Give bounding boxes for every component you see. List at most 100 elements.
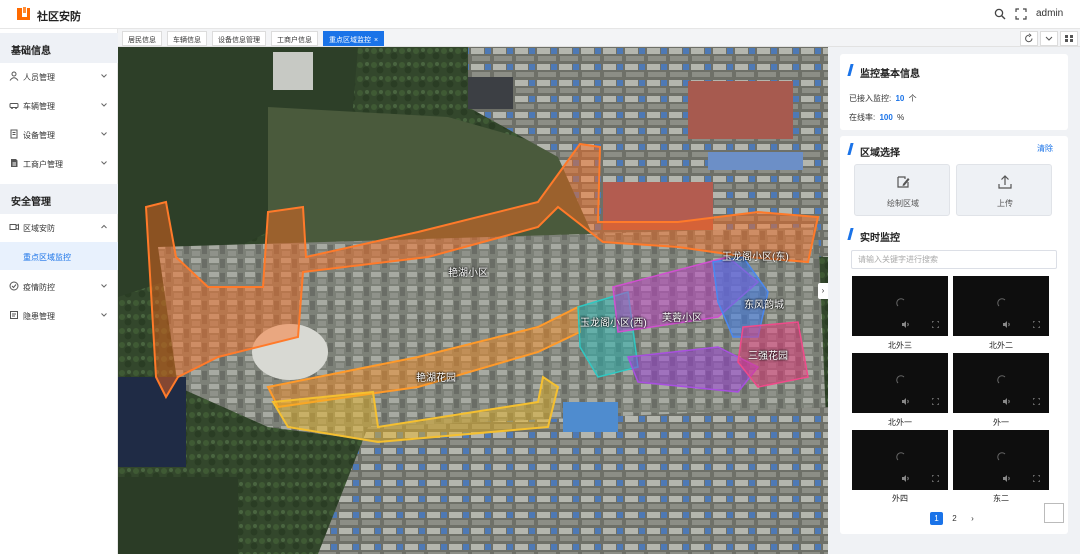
volume-icon[interactable] (902, 475, 910, 482)
fullscreen-icon[interactable] (932, 398, 939, 405)
sidebar-section-basic: 基础信息 (0, 33, 118, 63)
camera-name: 北外一 (888, 418, 912, 427)
online-rate: 在线率: 100 % (849, 112, 904, 123)
connected-label: 已接入监控: (849, 94, 892, 103)
tab-close-icon[interactable]: × (374, 37, 378, 44)
loading-icon (896, 452, 905, 461)
chevron-down-icon (1045, 36, 1053, 41)
fullscreen-icon[interactable] (932, 475, 939, 482)
loading-icon (997, 452, 1006, 461)
satellite-map[interactable]: 艳湖小区 玉龙阁小区(东) 东风韵城 芙蓉小区 玉龙阁小区(西) 三强花园 艳湖… (118, 47, 828, 554)
collapse-panel-button[interactable]: › (818, 283, 828, 299)
realtime-monitor-title: 实时监控 (860, 233, 900, 244)
sidebar-item-label: 区域安防 (23, 224, 55, 233)
edit-icon (897, 176, 910, 188)
image-placeholder-icon (1044, 503, 1064, 523)
volume-icon[interactable] (1003, 475, 1011, 482)
sidebar-item-person[interactable]: 人员管理 (0, 62, 118, 91)
camera-name: 外一 (993, 418, 1009, 427)
tab-key-area-monitor[interactable]: 重点区域监控 × (323, 31, 385, 46)
sidebar-item-epidemic[interactable]: 疫情防控 (0, 272, 118, 301)
volume-icon[interactable] (902, 321, 910, 328)
camera-feed-3[interactable] (852, 353, 948, 413)
tab-menu-button[interactable] (1040, 31, 1058, 46)
sidebar-item-area-security[interactable]: 区域安防 (0, 213, 118, 242)
sidebar-item-label: 设备管理 (23, 131, 55, 140)
next-page-button[interactable]: › (966, 512, 979, 525)
tab-label: 工商户信息 (277, 37, 312, 44)
map-canvas[interactable] (118, 47, 828, 554)
sidebar-item-device[interactable]: 设备管理 (0, 120, 118, 149)
fullscreen-icon[interactable] (1015, 8, 1027, 20)
page-button-2[interactable]: 2 (948, 512, 961, 525)
camera-search-input[interactable] (851, 250, 1057, 269)
user-icon (9, 71, 19, 81)
area-select-title: 区域选择 (860, 148, 900, 159)
search-icon[interactable] (994, 8, 1006, 20)
app-logo-icon (17, 7, 30, 20)
upload-icon (998, 175, 1012, 189)
map-label-sanqiang-garden: 三强花园 (748, 351, 788, 362)
sidebar-item-key-area-monitor[interactable]: 重点区域监控 (0, 242, 118, 270)
fullscreen-icon[interactable] (1033, 475, 1040, 482)
camera-feed-5[interactable] (852, 430, 948, 490)
sidebar-item-label: 工商户管理 (23, 160, 63, 169)
camera-name: 外四 (892, 494, 908, 503)
refresh-button[interactable] (1020, 31, 1038, 46)
camera-icon (9, 223, 19, 231)
sidebar: 基础信息 人员管理 车辆管理 设备管理 工商户管理 安全管理 区域安防 重点区域… (0, 29, 118, 554)
camera-name: 北外三 (888, 341, 912, 350)
sidebar-item-label: 人员管理 (23, 73, 55, 82)
tab-resident-info[interactable]: 居民信息 (122, 31, 162, 46)
map-label-yulongge-west: 玉龙阁小区(西) (580, 318, 647, 329)
online-unit: % (897, 113, 905, 122)
refresh-icon (1025, 33, 1033, 43)
camera-feed-6[interactable] (953, 430, 1049, 490)
tab-merchant-info[interactable]: 工商户信息 (271, 31, 318, 46)
map-label-yanhu-garden: 艳湖花园 (416, 373, 456, 384)
tab-label: 车辆信息 (173, 37, 201, 44)
volume-icon[interactable] (902, 398, 910, 405)
grid-icon (1065, 35, 1073, 42)
sidebar-item-hazard[interactable]: 隐患管理 (0, 301, 118, 330)
user-name[interactable]: admin (1036, 8, 1063, 19)
monitor-info-title: 监控基本信息 (860, 69, 920, 80)
sidebar-item-merchant[interactable]: 工商户管理 (0, 149, 118, 178)
sidebar-item-label: 重点区域监控 (23, 253, 71, 262)
tab-vehicle-info[interactable]: 车辆信息 (167, 31, 207, 46)
volume-icon[interactable] (1003, 398, 1011, 405)
merchant-icon (11, 159, 18, 167)
draw-area-label: 绘制区域 (887, 199, 919, 208)
clear-button[interactable]: 清除 (1037, 143, 1053, 154)
connected-unit: 个 (908, 94, 917, 103)
sidebar-item-vehicle[interactable]: 车辆管理 (0, 91, 118, 120)
chevron-down-icon (101, 103, 107, 107)
tab-grid-button[interactable] (1060, 31, 1078, 46)
online-value: 100 (879, 113, 893, 122)
app-title: 社区安防 (37, 11, 81, 23)
loading-icon (997, 375, 1006, 384)
sidebar-section-label: 基础信息 (11, 46, 51, 57)
camera-name: 东二 (993, 494, 1009, 503)
camera-feed-1[interactable] (852, 276, 948, 336)
device-icon (10, 129, 18, 139)
camera-feed-4[interactable] (953, 353, 1049, 413)
fullscreen-icon[interactable] (1033, 398, 1040, 405)
sidebar-item-label: 疫情防控 (23, 283, 55, 292)
sidebar-section-label: 安全管理 (11, 197, 51, 208)
top-header: 社区安防 admin (0, 0, 1080, 29)
page-button-1[interactable]: 1 (930, 512, 943, 525)
tab-device-info[interactable]: 设备信息管理 (212, 31, 266, 46)
tab-label: 重点区域监控 (329, 37, 371, 44)
loading-icon (896, 375, 905, 384)
fullscreen-icon[interactable] (1033, 321, 1040, 328)
upload-button[interactable]: 上传 (956, 164, 1052, 216)
volume-icon[interactable] (1003, 321, 1011, 328)
map-label-yanhu-community: 艳湖小区 (448, 268, 488, 279)
fullscreen-icon[interactable] (932, 321, 939, 328)
tab-label: 居民信息 (128, 37, 156, 44)
shield-icon (9, 281, 19, 291)
chevron-down-icon (101, 284, 107, 288)
draw-area-button[interactable]: 绘制区域 (854, 164, 950, 216)
camera-feed-2[interactable] (953, 276, 1049, 336)
